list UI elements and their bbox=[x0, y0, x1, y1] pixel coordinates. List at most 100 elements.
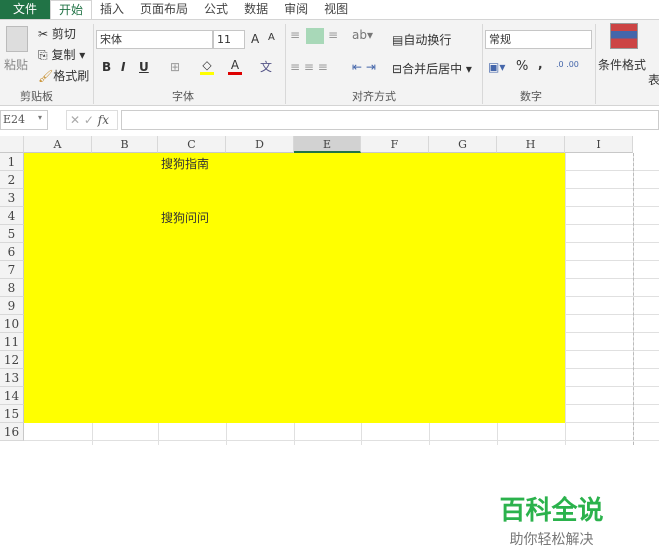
yellow-fill-range bbox=[24, 153, 565, 423]
copy-label: 复制 bbox=[51, 48, 76, 62]
row-header-14[interactable]: 14 bbox=[0, 387, 24, 405]
shrink-font-button[interactable]: A bbox=[268, 32, 275, 43]
row-header-3[interactable]: 3 bbox=[0, 189, 24, 207]
borders-icon[interactable]: ⊞ bbox=[170, 60, 180, 74]
row-header-7[interactable]: 7 bbox=[0, 261, 24, 279]
wrap-icon: ▤ bbox=[392, 33, 404, 47]
row-header-6[interactable]: 6 bbox=[0, 243, 24, 261]
row-header-11[interactable]: 11 bbox=[0, 333, 24, 351]
watermark-subtitle: 助你轻松解决 bbox=[509, 532, 594, 548]
tab-insert[interactable]: 插入 bbox=[92, 0, 132, 19]
row-header-12[interactable]: 12 bbox=[0, 351, 24, 369]
column-header-a[interactable]: A bbox=[24, 136, 92, 153]
function-icon[interactable]: fx bbox=[98, 113, 109, 127]
page-break-line bbox=[633, 153, 634, 445]
divider bbox=[482, 24, 483, 104]
percent-button[interactable]: % bbox=[516, 59, 528, 74]
format-painter-button[interactable]: 🖌格式刷 bbox=[38, 67, 89, 84]
format-painter-label: 格式刷 bbox=[53, 69, 90, 83]
font-name-select[interactable]: 宋体 bbox=[96, 30, 213, 49]
copy-button[interactable]: ⎘ 复制 ▾ bbox=[38, 46, 85, 63]
row-header-10[interactable]: 10 bbox=[0, 315, 24, 333]
row-header-15[interactable]: 15 bbox=[0, 405, 24, 423]
divider bbox=[285, 24, 286, 104]
copy-icon: ⎘ bbox=[38, 48, 48, 62]
row-header-5[interactable]: 5 bbox=[0, 225, 24, 243]
tab-review[interactable]: 审阅 bbox=[276, 0, 316, 19]
tab-page-layout[interactable]: 页面布局 bbox=[132, 0, 196, 19]
merge-icon: ⊟ bbox=[392, 62, 403, 76]
column-header-i[interactable]: I bbox=[565, 136, 633, 153]
wrap-label: 自动换行 bbox=[403, 33, 452, 47]
column-header-g[interactable]: G bbox=[429, 136, 497, 153]
paste-icon[interactable] bbox=[6, 26, 28, 52]
column-header-e[interactable]: E bbox=[294, 136, 361, 153]
column-header-h[interactable]: H bbox=[497, 136, 565, 153]
chevron-down-icon[interactable]: ▾ bbox=[38, 113, 42, 122]
divider bbox=[93, 24, 94, 104]
group-number: 数字 bbox=[520, 90, 542, 103]
formula-buttons: ✕ ✓ fx bbox=[66, 110, 118, 130]
underline-button[interactable]: U bbox=[139, 60, 149, 74]
orientation-icon[interactable]: ab▾ bbox=[352, 28, 373, 42]
cancel-icon[interactable]: ✕ bbox=[70, 113, 80, 127]
watermark: 百科全说 助你轻松解决 bbox=[470, 476, 633, 558]
italic-button[interactable]: I bbox=[121, 60, 125, 74]
cell-c1[interactable]: 搜狗指南 bbox=[161, 155, 209, 172]
formula-bar: E24 ▾ ✕ ✓ fx bbox=[0, 108, 659, 132]
decimal-icons[interactable]: .0 .00 bbox=[556, 60, 579, 69]
row-header-8[interactable]: 8 bbox=[0, 279, 24, 297]
column-header-d[interactable]: D bbox=[226, 136, 294, 153]
group-alignment: 对齐方式 bbox=[352, 90, 396, 103]
grow-font-button[interactable]: A bbox=[251, 32, 259, 46]
align-left-icon[interactable]: ≡ ≡ ≡ bbox=[290, 60, 328, 74]
tab-data[interactable]: 数据 bbox=[236, 0, 276, 19]
row-header-16[interactable]: 16 bbox=[0, 423, 24, 441]
tab-home[interactable]: 开始 bbox=[50, 0, 93, 19]
paste-button[interactable]: 粘贴 bbox=[4, 56, 28, 73]
watermark-title: 百科全说 bbox=[499, 496, 604, 526]
enter-icon[interactable]: ✓ bbox=[84, 113, 94, 127]
phonetic-button[interactable]: 文 bbox=[260, 58, 272, 75]
font-color-icon[interactable]: A bbox=[228, 58, 242, 75]
conditional-format-button[interactable]: 条件格式 bbox=[598, 56, 646, 73]
comma-button[interactable]: , bbox=[538, 57, 543, 71]
row-header-13[interactable]: 13 bbox=[0, 369, 24, 387]
align-middle-icon[interactable] bbox=[306, 28, 324, 44]
indent-icons[interactable]: ⇤ ⇥ bbox=[352, 60, 376, 74]
merge-label: 合并后居中 bbox=[402, 62, 463, 76]
row-header-9[interactable]: 9 bbox=[0, 297, 24, 315]
currency-icon[interactable]: ▣▾ bbox=[488, 60, 505, 74]
align-top-icon[interactable]: ≡ bbox=[290, 28, 300, 42]
align-bottom-icon[interactable]: ≡ bbox=[328, 28, 338, 42]
conditional-format-icon[interactable] bbox=[610, 23, 638, 49]
cut-label: 剪切 bbox=[51, 27, 76, 41]
group-font: 字体 bbox=[172, 90, 194, 103]
number-format-select[interactable]: 常规 bbox=[485, 30, 592, 49]
font-size-select[interactable]: 11 bbox=[213, 30, 245, 49]
merge-center-button[interactable]: ⊟合并后居中 ▾ bbox=[392, 60, 472, 77]
cut-button[interactable]: ✂ 剪切 bbox=[38, 25, 76, 42]
row-header-4[interactable]: 4 bbox=[0, 207, 24, 225]
row-header-1[interactable]: 1 bbox=[0, 153, 24, 171]
tab-view[interactable]: 视图 bbox=[316, 0, 356, 19]
scissors-icon: ✂ bbox=[38, 27, 49, 41]
ribbon-tabs: 文件 开始 插入 页面布局 公式 数据 审阅 视图 bbox=[0, 0, 659, 19]
select-all-corner[interactable] bbox=[0, 136, 24, 153]
column-header-f[interactable]: F bbox=[361, 136, 429, 153]
fill-color-icon[interactable]: ◇ bbox=[200, 58, 214, 75]
bold-button[interactable]: B bbox=[102, 60, 111, 74]
wrap-text-button[interactable]: ▤自动换行 bbox=[392, 31, 451, 48]
ribbon: 粘贴 ✂ 剪切 ⎘ 复制 ▾ 🖌格式刷 剪贴板 宋体 11 A A B I U … bbox=[0, 19, 659, 106]
table-format-button[interactable]: 表 bbox=[648, 71, 659, 88]
formula-input[interactable] bbox=[121, 110, 659, 130]
row-header-2[interactable]: 2 bbox=[0, 171, 24, 189]
column-header-b[interactable]: B bbox=[92, 136, 158, 153]
tab-file[interactable]: 文件 bbox=[0, 0, 50, 19]
cell-c4[interactable]: 搜狗问问 bbox=[161, 209, 209, 226]
tab-formulas[interactable]: 公式 bbox=[196, 0, 236, 19]
group-clipboard: 剪贴板 bbox=[20, 90, 53, 103]
column-header-c[interactable]: C bbox=[158, 136, 226, 153]
brush-icon: 🖌 bbox=[38, 69, 54, 83]
spreadsheet-grid: 搜狗指南 搜狗问问 百科全说 助你轻松解决 ABCDEFGHI123456789… bbox=[0, 136, 659, 558]
